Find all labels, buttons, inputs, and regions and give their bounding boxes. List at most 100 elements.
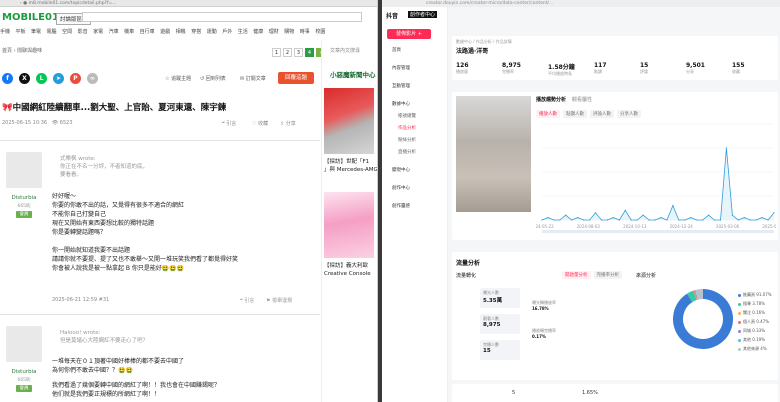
stat-label: 評論	[640, 69, 648, 74]
favorite-link[interactable]: ♡ 收藏	[252, 120, 268, 127]
nav-item[interactable]: 相機	[176, 28, 186, 35]
site-logo[interactable]: MOBILE01	[2, 12, 59, 23]
data-point	[672, 205, 674, 207]
nav-item[interactable]: 運動	[207, 28, 217, 35]
user-name[interactable]: Disturbia	[6, 195, 42, 201]
sidebar-item[interactable]: 變現中心	[392, 167, 410, 173]
sidebar: 抖音 創作者中心 發佈影片 + 首頁 內容管理 互動管理 數據中心 帳號總覽 作品分析 粉絲…	[382, 7, 448, 402]
chart-subtab[interactable]: 點讚人數	[563, 110, 587, 118]
nav-item[interactable]: 穿搭	[191, 28, 201, 35]
news-thumbnail[interactable]	[324, 192, 374, 258]
news-center-title[interactable]: 小惡魔新聞中心	[330, 69, 376, 79]
news-caption[interactable]: 【探訪】義大利歐 Creative Console	[324, 262, 371, 278]
stat-item: 8,975 完播率	[502, 62, 521, 75]
legend-value: 0.33%	[752, 328, 765, 333]
news-caption[interactable]: 【探訪】世配「F1 」與 Mercedes-AMG	[324, 158, 377, 174]
search-input[interactable]	[82, 12, 362, 22]
track-topic-link[interactable]: ☆ 追蹤主題	[165, 75, 191, 82]
sidebar-item[interactable]: 作品分析	[398, 125, 416, 131]
chart-subtab[interactable]: 分享人數	[617, 110, 641, 118]
sidebar-item[interactable]: 帳號總覽	[398, 113, 416, 119]
telegram-icon[interactable]: ➤	[53, 73, 64, 84]
news-thumbnail[interactable]	[324, 88, 374, 154]
avatar[interactable]	[6, 152, 42, 188]
legend-swatch	[738, 347, 741, 351]
page-1[interactable]: 1	[272, 48, 281, 57]
pagination: 1234›	[272, 48, 327, 57]
browser-chrome: › ● m8.mobile01.com/topicdetail.php?f=..…	[0, 0, 377, 7]
nav-item[interactable]: 筆電	[31, 28, 41, 35]
stat-value: 155	[732, 62, 745, 69]
nav-item[interactable]: 平板	[16, 28, 26, 35]
article-search-input[interactable]: 文章內文搜尋	[330, 47, 360, 54]
share-link[interactable]: ⇪ 分享	[280, 120, 296, 127]
breadcrumb[interactable]: 首頁 › 閒聊與趣味	[2, 47, 42, 54]
sidebar-item[interactable]: 創作靈感	[392, 203, 410, 209]
sidebar-item[interactable]: 內容管理	[392, 65, 410, 71]
sidebar-item[interactable]: 創作中心	[392, 185, 410, 191]
back-to-list-link[interactable]: ↺ 回到列表	[200, 75, 226, 82]
post-body: 好好喔～ 你要的你敢不出的話，又覺得有很多不適合的網紅 不能你自己打變自己 現在又開始…	[52, 193, 239, 272]
report-link[interactable]: ⚑ 檢舉違規	[266, 297, 292, 304]
video-cover[interactable]	[456, 96, 531, 212]
publish-video-button[interactable]: 發佈影片 +	[387, 29, 431, 39]
legend-label: 關注	[743, 310, 751, 315]
nav-item[interactable]: 戶外	[222, 28, 232, 35]
x-icon[interactable]: X	[19, 73, 30, 84]
nav-item[interactable]: 生活	[238, 28, 248, 35]
nav-item[interactable]: 校園	[315, 28, 325, 35]
nav-item[interactable]: 理財	[269, 28, 279, 35]
toggle-complete[interactable]: 完播率分析	[593, 271, 622, 279]
legend-value: 0.16%	[752, 310, 765, 315]
reply-button[interactable]: 回覆這題	[278, 72, 314, 84]
user-name[interactable]: Disturbia	[6, 369, 42, 375]
tab-trend[interactable]: 播放趨勢分析	[536, 96, 566, 103]
quote-link[interactable]: ❝ 引言	[222, 120, 236, 127]
sidebar-item[interactable]: 數據中心	[392, 101, 410, 107]
chart-subtab[interactable]: 評論人數	[590, 110, 614, 118]
nav-item[interactable]: 電腦	[47, 28, 57, 35]
nav-item[interactable]: 手機	[0, 28, 10, 35]
nav-item[interactable]: 機車	[124, 28, 134, 35]
plurk-icon[interactable]: P	[70, 73, 81, 84]
page-4[interactable]: 4	[305, 48, 314, 57]
sidebar-item[interactable]: 直播分析	[398, 149, 416, 155]
creator-nickname: 法路過·洋哥	[456, 48, 489, 55]
nav-item[interactable]: 時事	[300, 28, 310, 35]
data-point	[654, 219, 656, 221]
legend-swatch	[738, 311, 741, 315]
stat-item: 1.58分鐘 平均播放時長	[548, 62, 575, 77]
page-3[interactable]: 3	[294, 48, 303, 57]
legend-item: 其他來源 4%	[738, 346, 772, 352]
nav-item[interactable]: 自行車	[140, 28, 155, 35]
tab-attributes[interactable]: 觀看屬性	[572, 96, 592, 103]
legend-label: 其他	[743, 337, 751, 342]
sidebar-item[interactable]: 粉絲分析	[398, 137, 416, 143]
sidebar-item[interactable]: 首頁	[392, 47, 401, 53]
subscribe-link[interactable]: ✉ 訂閱文章	[240, 75, 266, 82]
toggle-open[interactable]: 開啟量分析	[562, 271, 591, 279]
nav-item[interactable]: 汽車	[109, 28, 119, 35]
creator-window: creator.douyin.com/creator-micro/data-ce…	[382, 0, 780, 402]
nav-item[interactable]: 空間	[62, 28, 72, 35]
data-point	[600, 219, 603, 221]
avatar[interactable]	[6, 326, 42, 362]
nav-item[interactable]: 購物	[284, 28, 294, 35]
stat-item: 155 收藏	[732, 62, 745, 75]
nav-item[interactable]: 影音	[78, 28, 88, 35]
sidebar-item[interactable]: 互動管理	[392, 83, 410, 89]
line-icon[interactable]: L	[36, 73, 47, 84]
page-2[interactable]: 2	[283, 48, 292, 57]
douyin-logo[interactable]: 抖音	[386, 11, 398, 20]
breadcrumb[interactable]: 數據中心 / 作品分析 / 作品詳情	[456, 39, 512, 45]
chart-subtab[interactable]: 播放人數	[536, 110, 560, 118]
data-point	[553, 219, 555, 221]
nav-item[interactable]: 遊戲	[160, 28, 170, 35]
nav-item[interactable]: 家電	[93, 28, 103, 35]
data-point	[571, 219, 573, 221]
x-tick-label: 2025-05-17	[762, 224, 776, 229]
nav-item[interactable]: 健康	[253, 28, 263, 35]
link-icon[interactable]: ∞	[87, 73, 98, 84]
quote-reply-link[interactable]: ❝ 引言	[240, 297, 254, 304]
facebook-icon[interactable]: f	[2, 73, 13, 84]
